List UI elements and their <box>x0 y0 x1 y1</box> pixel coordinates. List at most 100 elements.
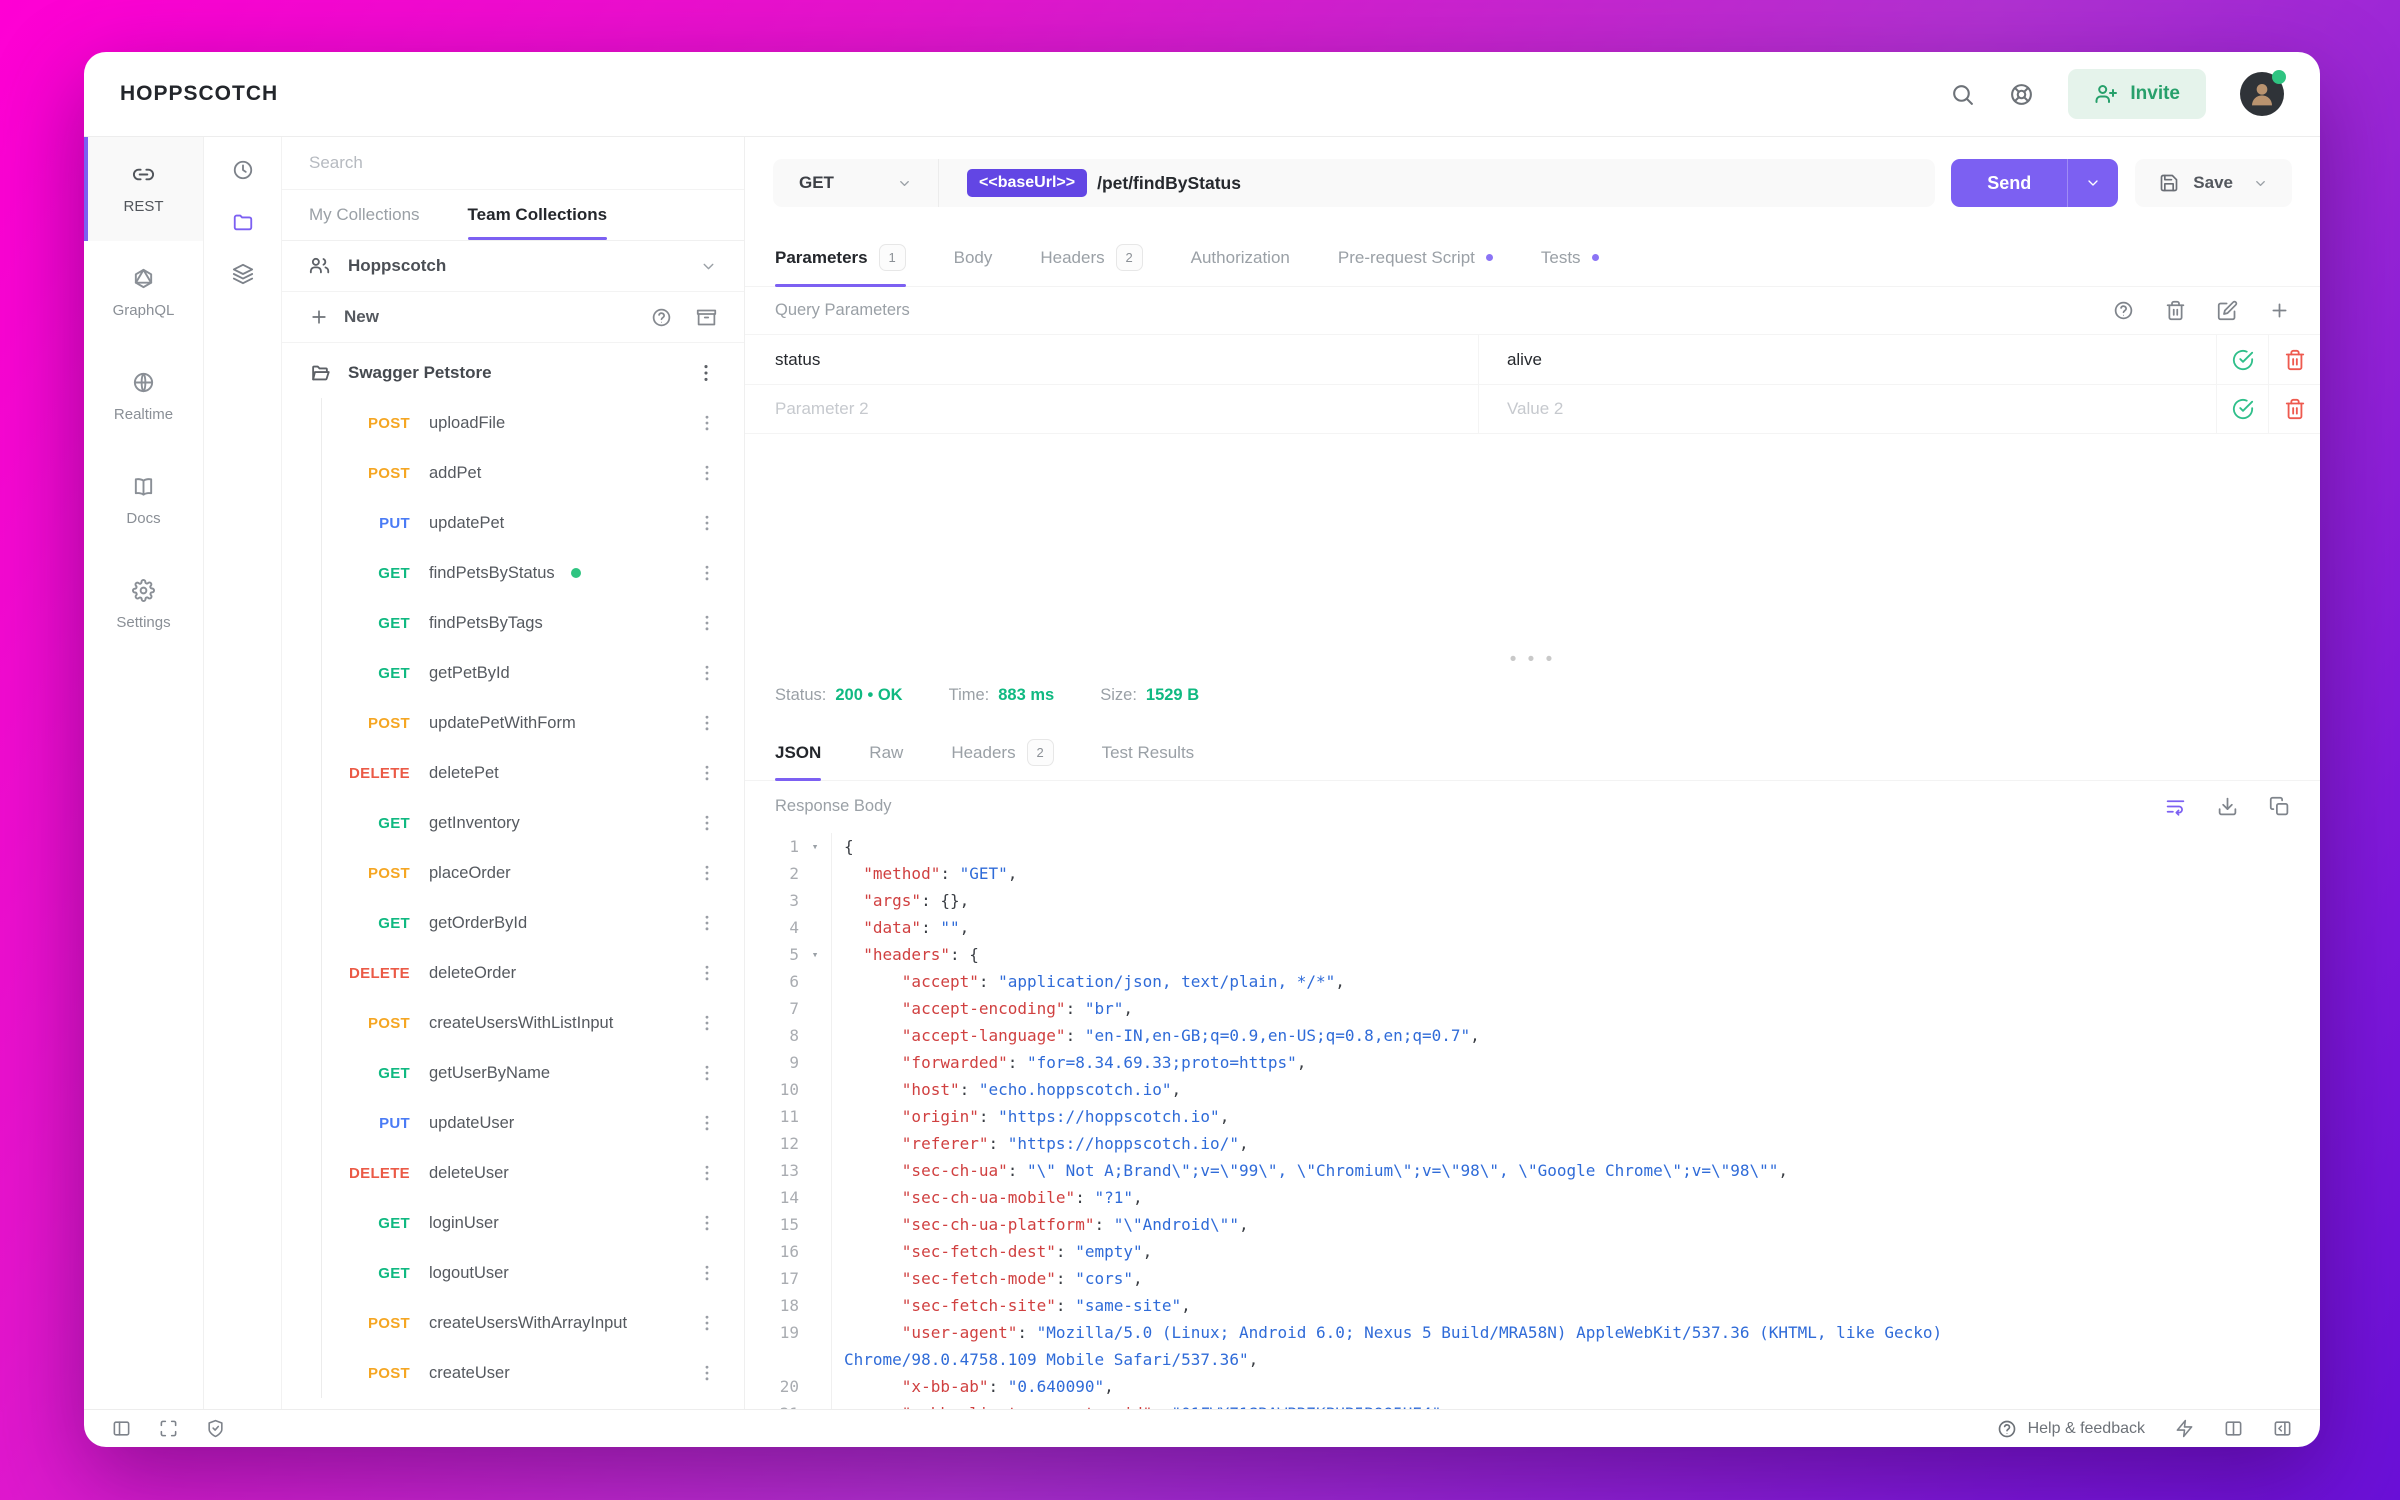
sidebar-item-rest[interactable]: REST <box>84 137 203 241</box>
invite-button[interactable]: Invite <box>2068 69 2206 119</box>
param-key-input[interactable] <box>775 399 1448 419</box>
trash-icon[interactable] <box>2165 300 2186 321</box>
request-item-getUserByName[interactable]: GET getUserByName <box>282 1048 744 1098</box>
sidebar-item-realtime[interactable]: Realtime <box>84 345 203 449</box>
kebab-icon[interactable] <box>697 413 717 433</box>
request-item-updatePet[interactable]: PUT updatePet <box>282 498 744 548</box>
request-item-deleteUser[interactable]: DELETE deleteUser <box>282 1148 744 1198</box>
tab-parameters[interactable]: Parameters 1 <box>775 229 906 287</box>
kebab-icon[interactable] <box>697 1363 717 1383</box>
kebab-icon[interactable] <box>697 1313 717 1333</box>
param-value-input[interactable] <box>1506 349 2188 370</box>
pane-resize-handle[interactable]: • • • <box>745 650 2320 669</box>
copy-icon[interactable] <box>2269 796 2290 817</box>
kebab-icon[interactable] <box>697 813 717 833</box>
support-icon[interactable] <box>2009 82 2034 107</box>
param-delete-button[interactable] <box>2268 335 2320 384</box>
param-key-input[interactable] <box>775 349 1448 370</box>
kebab-icon[interactable] <box>697 913 717 933</box>
request-item-uploadFile[interactable]: POST uploadFile <box>282 398 744 448</box>
kebab-icon[interactable] <box>697 1263 717 1283</box>
kebab-icon[interactable] <box>697 1113 717 1133</box>
tab-body[interactable]: Body <box>954 229 993 286</box>
download-icon[interactable] <box>2217 796 2238 817</box>
request-item-updatePetWithForm[interactable]: POST updatePetWithForm <box>282 698 744 748</box>
panel-left-icon[interactable] <box>112 1419 131 1438</box>
kebab-menu-icon[interactable] <box>695 362 717 384</box>
fold-toggle-icon[interactable]: ▾ <box>799 941 831 968</box>
request-item-placeOrder[interactable]: POST placeOrder <box>282 848 744 898</box>
tab-my-collections[interactable]: My Collections <box>309 190 420 240</box>
help-icon[interactable] <box>651 307 672 328</box>
param-active-toggle[interactable] <box>2216 385 2268 433</box>
tab-json[interactable]: JSON <box>775 725 822 781</box>
help-icon[interactable] <box>2113 300 2134 321</box>
kebab-icon[interactable] <box>697 613 717 633</box>
tab-tests[interactable]: Tests <box>1541 229 1599 286</box>
archive-icon[interactable] <box>696 307 717 328</box>
kebab-icon[interactable] <box>697 1063 717 1083</box>
tab-headers[interactable]: Headers 2 <box>1040 229 1143 286</box>
request-item-createUser[interactable]: POST createUser <box>282 1348 744 1398</box>
new-collection-button[interactable]: New <box>309 307 379 327</box>
param-delete-button[interactable] <box>2268 385 2320 433</box>
team-selector[interactable]: Hoppscotch <box>282 241 744 292</box>
kebab-icon[interactable] <box>697 863 717 883</box>
tab-authorization[interactable]: Authorization <box>1191 229 1290 286</box>
collections-tab[interactable] <box>232 211 254 233</box>
kebab-icon[interactable] <box>697 663 717 683</box>
request-item-getOrderById[interactable]: GET getOrderById <box>282 898 744 948</box>
kebab-icon[interactable] <box>697 463 717 483</box>
kebab-icon[interactable] <box>697 1013 717 1033</box>
request-item-deleteOrder[interactable]: DELETE deleteOrder <box>282 948 744 998</box>
response-body-viewer[interactable]: 1 ▾ { 2 "method": "GET", 3 "args": {}, 4… <box>745 831 2320 1409</box>
search-icon[interactable] <box>1950 82 1975 107</box>
request-item-deletePet[interactable]: DELETE deletePet <box>282 748 744 798</box>
panel-right-icon[interactable] <box>2273 1419 2292 1438</box>
send-button[interactable]: Send <box>1951 159 2119 207</box>
avatar[interactable] <box>2240 70 2286 116</box>
tab-headers[interactable]: Headers 2 <box>951 725 1054 780</box>
save-button[interactable]: Save <box>2135 159 2292 207</box>
plus-icon[interactable] <box>2269 300 2290 321</box>
environments-tab[interactable] <box>232 263 254 285</box>
fold-toggle-icon[interactable]: ▾ <box>799 833 831 860</box>
collection-folder[interactable]: Swagger Petstore <box>282 347 744 398</box>
request-item-logoutUser[interactable]: GET logoutUser <box>282 1248 744 1298</box>
param-active-toggle[interactable] <box>2216 335 2268 384</box>
request-item-addPet[interactable]: POST addPet <box>282 448 744 498</box>
kebab-icon[interactable] <box>697 563 717 583</box>
sidebar-item-docs[interactable]: Docs <box>84 449 203 553</box>
sidebar-item-settings[interactable]: Settings <box>84 553 203 657</box>
tab-test-results[interactable]: Test Results <box>1102 725 1195 780</box>
kebab-icon[interactable] <box>697 963 717 983</box>
send-options-caret[interactable] <box>2067 159 2118 207</box>
search-input[interactable] <box>309 153 717 173</box>
tab-team-collections[interactable]: Team Collections <box>467 190 607 240</box>
edit-icon[interactable] <box>2217 300 2238 321</box>
kebab-icon[interactable] <box>697 713 717 733</box>
help-feedback-button[interactable]: Help & feedback <box>1997 1419 2145 1439</box>
history-tab[interactable] <box>232 159 254 181</box>
columns-icon[interactable] <box>2224 1419 2243 1438</box>
expand-icon[interactable] <box>159 1419 178 1438</box>
tab-pre-request-script[interactable]: Pre-request Script <box>1338 229 1493 286</box>
sidebar-item-graphql[interactable]: GraphQL <box>84 241 203 345</box>
request-item-findPetsByStatus[interactable]: GET findPetsByStatus <box>282 548 744 598</box>
kebab-icon[interactable] <box>697 1163 717 1183</box>
kebab-icon[interactable] <box>697 513 717 533</box>
kebab-icon[interactable] <box>697 763 717 783</box>
collection-folder-clipped[interactable] <box>282 1398 744 1409</box>
wrap-icon[interactable] <box>2165 796 2186 817</box>
shield-check-icon[interactable] <box>206 1419 225 1438</box>
request-item-updateUser[interactable]: PUT updateUser <box>282 1098 744 1148</box>
kebab-icon[interactable] <box>697 1213 717 1233</box>
tab-raw[interactable]: Raw <box>869 725 903 780</box>
request-item-getPetById[interactable]: GET getPetById <box>282 648 744 698</box>
url-input[interactable]: <<baseUrl>> /pet/findByStatus <box>939 159 1935 207</box>
request-item-createUsersWithListInput[interactable]: POST createUsersWithListInput <box>282 998 744 1048</box>
method-select[interactable]: GET <box>773 159 939 207</box>
request-item-loginUser[interactable]: GET loginUser <box>282 1198 744 1248</box>
lightning-icon[interactable] <box>2175 1419 2194 1438</box>
request-item-getInventory[interactable]: GET getInventory <box>282 798 744 848</box>
